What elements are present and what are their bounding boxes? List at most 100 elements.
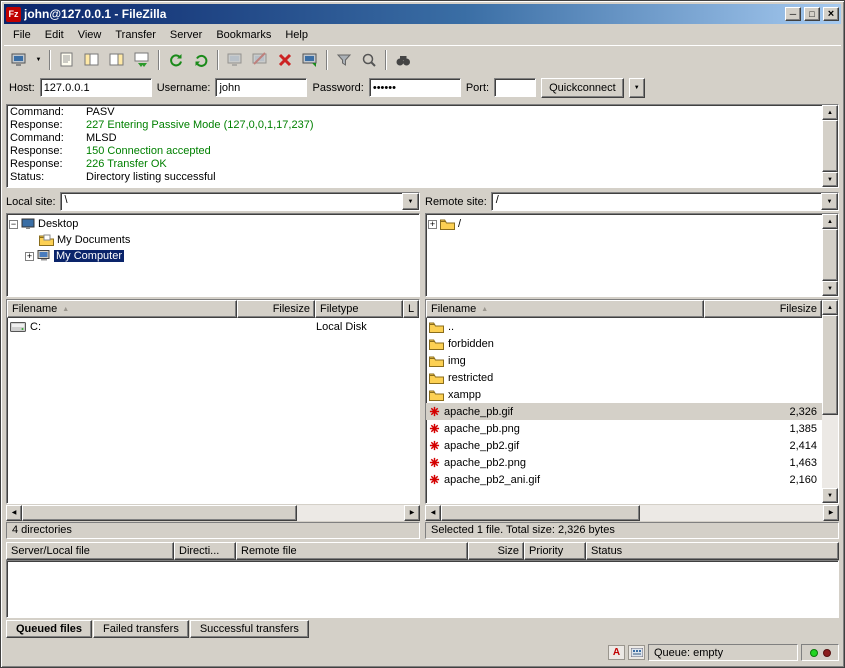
disconnect-icon[interactable]: [248, 48, 272, 72]
scroll-thumb[interactable]: [822, 229, 838, 281]
tree-item-root[interactable]: + /: [428, 216, 820, 232]
scroll-thumb[interactable]: [822, 120, 838, 172]
file-row[interactable]: xampp: [426, 386, 822, 403]
quickconnect-dropdown-icon[interactable]: ▼: [629, 78, 645, 98]
toggle-log-icon[interactable]: [55, 48, 79, 72]
menu-view[interactable]: View: [71, 27, 109, 43]
local-horizontal-scrollbar[interactable]: ◀ ▶: [6, 505, 420, 521]
column-header-direction[interactable]: Directi...: [174, 542, 236, 560]
port-input[interactable]: [494, 78, 536, 97]
menu-bookmarks[interactable]: Bookmarks: [209, 27, 278, 43]
column-header-filetype[interactable]: Filetype: [315, 300, 403, 318]
scroll-down-icon[interactable]: ▼: [822, 281, 838, 296]
site-manager-icon[interactable]: [7, 48, 31, 72]
quickconnect-button[interactable]: Quickconnect: [541, 78, 624, 98]
scroll-right-icon[interactable]: ▶: [404, 505, 420, 521]
reconnect-icon[interactable]: [298, 48, 322, 72]
password-input[interactable]: [369, 78, 461, 97]
toggle-remote-tree-icon[interactable]: [105, 48, 129, 72]
close-button[interactable]: ×: [823, 7, 839, 21]
scroll-up-icon[interactable]: ▲: [822, 300, 838, 315]
column-header-filename[interactable]: Filename ▲: [426, 300, 704, 318]
toggle-local-tree-icon[interactable]: [80, 48, 104, 72]
file-row[interactable]: forbidden: [426, 335, 822, 352]
menu-transfer[interactable]: Transfer: [108, 27, 163, 43]
remote-site-combobox[interactable]: / ▼: [491, 192, 839, 211]
host-input[interactable]: [40, 78, 152, 97]
column-header-filename[interactable]: Filename ▲: [7, 300, 237, 318]
column-header-priority[interactable]: Priority: [524, 542, 586, 560]
column-header-size[interactable]: Size: [468, 542, 524, 560]
column-header-status[interactable]: Status: [586, 542, 839, 560]
scroll-up-icon[interactable]: ▲: [822, 214, 838, 229]
scroll-down-icon[interactable]: ▼: [822, 172, 838, 187]
scroll-down-icon[interactable]: ▼: [822, 488, 838, 503]
tree-item-my-documents[interactable]: My Documents: [25, 232, 417, 248]
local-status-text: 4 directories: [6, 522, 420, 539]
column-header-remote-file[interactable]: Remote file: [236, 542, 468, 560]
scroll-left-icon[interactable]: ◀: [6, 505, 22, 521]
title-bar[interactable]: Fz john@127.0.0.1 - FileZilla ─ □ ×: [4, 4, 841, 24]
column-header-filesize[interactable]: Filesize: [237, 300, 315, 318]
tab-queued-files[interactable]: Queued files: [6, 620, 92, 638]
scroll-right-icon[interactable]: ▶: [823, 505, 839, 521]
menu-server[interactable]: Server: [163, 27, 209, 43]
tree-item-desktop[interactable]: − Desktop: [9, 216, 417, 232]
local-site-combobox[interactable]: \ ▼: [60, 192, 420, 211]
log-scrollbar[interactable]: ▲ ▼: [822, 105, 838, 187]
scroll-thumb[interactable]: [22, 505, 297, 521]
chevron-down-icon[interactable]: ▼: [402, 193, 419, 210]
broken-image-icon: [429, 423, 440, 434]
file-row[interactable]: apache_pb2_ani.gif 2,160: [426, 471, 822, 488]
compare-icon[interactable]: [357, 48, 381, 72]
local-list-header: Filename ▲ Filesize Filetype L: [7, 300, 419, 318]
file-row[interactable]: apache_pb.png 1,385: [426, 420, 822, 437]
scroll-thumb[interactable]: [822, 315, 838, 415]
column-header-server-local-file[interactable]: Server/Local file: [6, 542, 174, 560]
cancel-icon[interactable]: [273, 48, 297, 72]
folder-icon: [429, 321, 444, 333]
remote-pane: Remote site: / ▼ + / ▲ ▼: [425, 190, 839, 521]
transfer-queue: Server/Local file Directi... Remote file…: [6, 542, 839, 639]
tree-item-my-computer[interactable]: + My Computer: [25, 248, 417, 264]
toggle-queue-icon[interactable]: [130, 48, 154, 72]
stop-icon[interactable]: [223, 48, 247, 72]
scroll-up-icon[interactable]: ▲: [822, 105, 838, 120]
file-row[interactable]: C: Local Disk: [7, 318, 419, 335]
desktop-icon: [21, 218, 35, 230]
remote-tree: + / ▲ ▼: [425, 213, 839, 297]
tab-successful-transfers[interactable]: Successful transfers: [190, 620, 309, 638]
maximize-button[interactable]: □: [804, 7, 820, 21]
minimize-button[interactable]: ─: [785, 7, 801, 21]
file-row[interactable]: apache_pb2.png 1,463: [426, 454, 822, 471]
tab-failed-transfers[interactable]: Failed transfers: [93, 620, 189, 638]
column-header-lastmodified[interactable]: L: [403, 300, 419, 318]
queue-body[interactable]: [6, 560, 839, 618]
scroll-left-icon[interactable]: ◀: [425, 505, 441, 521]
menu-help[interactable]: Help: [278, 27, 315, 43]
menu-file[interactable]: File: [6, 27, 38, 43]
file-row-selected[interactable]: apache_pb.gif 2,326: [426, 403, 822, 420]
username-input[interactable]: [215, 78, 307, 97]
site-manager-dropdown-icon[interactable]: ▼: [32, 48, 45, 72]
remote-list-scrollbar[interactable]: ▲ ▼: [822, 300, 838, 503]
collapse-icon[interactable]: −: [9, 220, 18, 229]
remote-horizontal-scrollbar[interactable]: ◀ ▶: [425, 505, 839, 521]
refresh-icon[interactable]: [164, 48, 188, 72]
filter-icon[interactable]: [332, 48, 356, 72]
menu-edit[interactable]: Edit: [38, 27, 71, 43]
remote-tree-scrollbar[interactable]: ▲ ▼: [822, 214, 838, 296]
scroll-thumb[interactable]: [441, 505, 640, 521]
column-header-filesize[interactable]: Filesize: [704, 300, 822, 318]
file-row[interactable]: img: [426, 352, 822, 369]
queue-status-text: Queue: empty: [648, 644, 798, 661]
file-row[interactable]: apache_pb2.gif 2,414: [426, 437, 822, 454]
find-icon[interactable]: [391, 48, 415, 72]
process-queue-icon[interactable]: [189, 48, 213, 72]
expand-icon[interactable]: +: [25, 252, 34, 261]
file-row[interactable]: restricted: [426, 369, 822, 386]
chevron-down-icon[interactable]: ▼: [821, 193, 838, 210]
expand-icon[interactable]: +: [428, 220, 437, 229]
remote-site-label: Remote site:: [425, 196, 487, 208]
file-row[interactable]: ..: [426, 318, 822, 335]
